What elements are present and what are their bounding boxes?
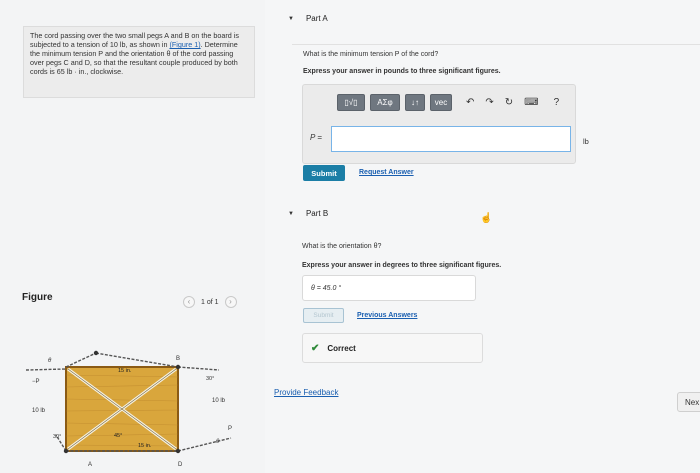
part-a-question: What is the minimum tension P of the cor… bbox=[303, 51, 439, 58]
angle-30-left-label: 30° bbox=[53, 434, 61, 440]
greek-button[interactable]: ΑΣφ bbox=[370, 94, 400, 111]
arrows-button[interactable]: ↓↑ bbox=[405, 94, 425, 111]
redo-icon[interactable]: ↷ bbox=[482, 97, 496, 108]
p-right-label: P bbox=[228, 426, 232, 432]
previous-answers-link[interactable]: Previous Answers bbox=[357, 312, 417, 319]
correct-label: Correct bbox=[327, 343, 356, 353]
caret-down-icon: ▼ bbox=[288, 210, 294, 217]
next-button[interactable]: Nex bbox=[677, 392, 700, 412]
checkmark-icon: ✔ bbox=[311, 342, 320, 354]
reset-icon[interactable]: ↻ bbox=[502, 97, 516, 108]
part-b-submit-button: Submit bbox=[303, 308, 344, 323]
part-b-answer-display: θ = 45.0 ° bbox=[302, 275, 476, 301]
figure-link[interactable]: (Figure 1) bbox=[169, 40, 200, 49]
theta-right-label: θ bbox=[216, 439, 220, 445]
unit-label: lb bbox=[583, 137, 589, 146]
angle-45-label: 45° bbox=[114, 433, 122, 439]
dim-top-label: 15 in. bbox=[118, 368, 132, 374]
chevron-left-icon[interactable]: ‹ bbox=[183, 296, 195, 308]
part-b-title: Part B bbox=[305, 209, 329, 218]
pager-text: 1 of 1 bbox=[201, 298, 219, 306]
chevron-right-icon[interactable]: › bbox=[224, 296, 237, 308]
part-a-header[interactable]: ▼ Part A bbox=[288, 14, 328, 23]
correct-status: ✔ Correct bbox=[302, 333, 483, 363]
help-icon[interactable]: ? bbox=[551, 97, 563, 108]
peg-a bbox=[63, 448, 69, 454]
peg-b bbox=[175, 364, 181, 370]
b-label: B bbox=[176, 356, 180, 362]
p-input-label: P = bbox=[310, 133, 322, 142]
part-b-header[interactable]: ▼ Part B bbox=[288, 209, 328, 218]
a-label: A bbox=[88, 462, 92, 468]
d-label: D bbox=[178, 462, 183, 468]
caret-down-icon: ▼ bbox=[288, 15, 294, 22]
math-toolbar: ▯√▯ ΑΣφ ↓↑ vec ↶ ↷ ↻ ⌨ ? bbox=[337, 94, 562, 111]
part-b-instruction: Express your answer in degrees to three … bbox=[302, 262, 502, 269]
provide-feedback-link[interactable]: Provide Feedback bbox=[274, 388, 338, 397]
part-a-title: Part A bbox=[305, 14, 328, 23]
force-left-label: 10 lb bbox=[32, 408, 46, 414]
dim-bottom-label: 15 in. bbox=[138, 443, 152, 449]
p-input-field[interactable] bbox=[331, 126, 571, 152]
part-b-question: What is the orientation θ? bbox=[302, 243, 382, 250]
problem-statement: The cord passing over the two small pegs… bbox=[23, 26, 255, 98]
theta-label: θ bbox=[48, 358, 52, 364]
template-button[interactable]: ▯√▯ bbox=[337, 94, 365, 111]
minus-p-label: −P bbox=[32, 379, 40, 385]
page: The cord passing over the two small pegs… bbox=[0, 0, 700, 473]
header-divider bbox=[292, 44, 700, 45]
hand-cursor-icon: ☝ bbox=[480, 213, 493, 224]
figure-diagram: θ −P C B A D 15 in. 15 in. 30° 30° 45° 1… bbox=[26, 350, 232, 468]
undo-icon[interactable]: ↶ bbox=[463, 97, 477, 108]
figure-label: Figure bbox=[22, 292, 53, 303]
vec-button[interactable]: vec bbox=[430, 94, 452, 111]
keyboard-icon[interactable]: ⌨ bbox=[521, 97, 541, 108]
peg-d bbox=[175, 448, 181, 454]
c-label: C bbox=[92, 350, 97, 352]
part-a-instruction: Express your answer in pounds to three s… bbox=[303, 68, 501, 75]
request-answer-link[interactable]: Request Answer bbox=[359, 169, 414, 176]
left-panel: The cord passing over the two small pegs… bbox=[0, 0, 265, 473]
figure-pager: ‹ 1 of 1 › bbox=[183, 296, 237, 308]
angle-30-right-label: 30° bbox=[206, 376, 214, 382]
part-a-submit-button[interactable]: Submit bbox=[303, 165, 345, 181]
force-right-label: 10 lb bbox=[212, 398, 226, 404]
